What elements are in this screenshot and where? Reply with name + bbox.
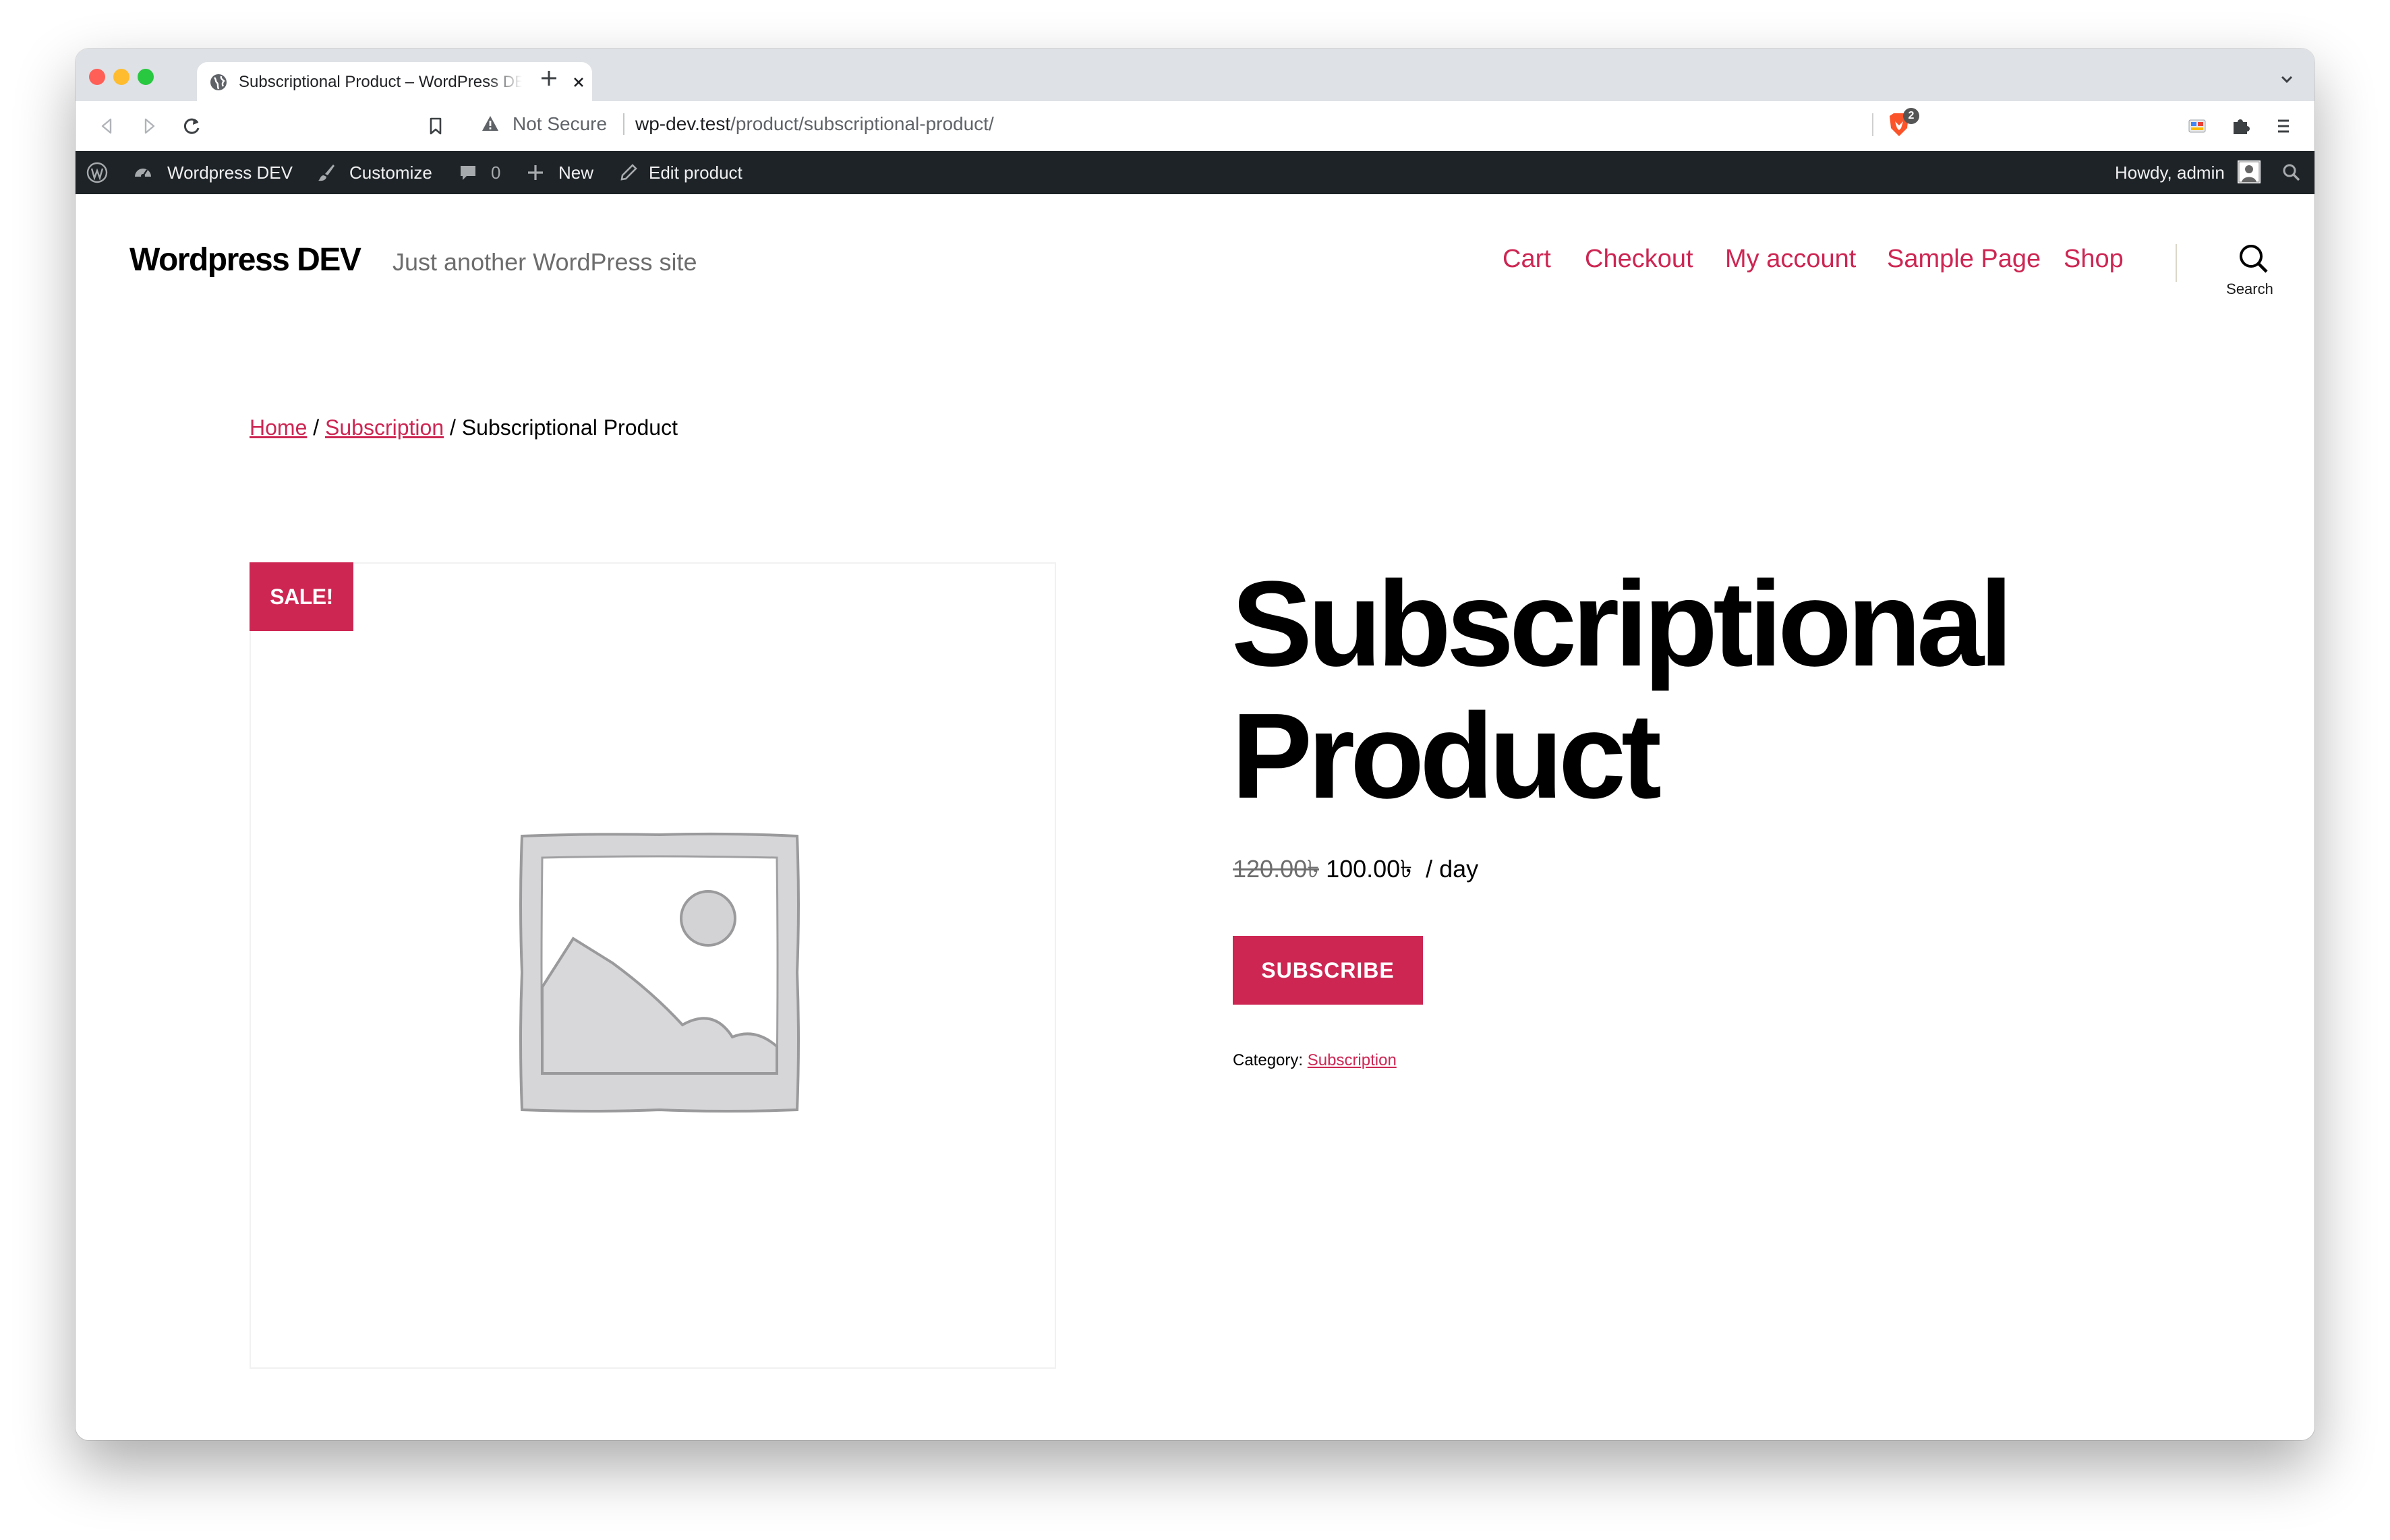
tab-title: Subscriptional Product – WordPress DEV xyxy=(239,73,522,91)
forward-arrow-icon[interactable] xyxy=(136,113,163,140)
browser-window: Subscriptional Product – WordPress DEV N… xyxy=(76,49,2314,1440)
subscription-period: / day xyxy=(1426,855,1479,883)
comments-count[interactable]: 0 xyxy=(491,151,500,194)
admin-bar-edit-product[interactable]: Edit product xyxy=(649,151,742,194)
site-title[interactable]: Wordpress DEV xyxy=(129,240,361,280)
wordpress-logo-icon[interactable] xyxy=(86,162,108,183)
nav-item-sample-page[interactable]: Sample Page xyxy=(1887,240,2041,278)
nav-item-cart[interactable]: Cart xyxy=(1503,240,1551,278)
dashboard-icon[interactable] xyxy=(132,162,154,183)
chevron-down-icon[interactable] xyxy=(2277,69,2297,89)
divider xyxy=(623,113,624,135)
breadcrumb-home-link[interactable]: Home xyxy=(250,415,307,440)
extension-icon[interactable] xyxy=(2184,113,2211,140)
nav-item-shop[interactable]: Shop xyxy=(2064,240,2124,278)
product-price: 120.00৳ 100.00৳ / day xyxy=(1233,852,1478,886)
breadcrumb-separator: / xyxy=(307,415,326,440)
breadcrumb-separator: / xyxy=(444,415,462,440)
browser-tab[interactable]: Subscriptional Product – WordPress DEV xyxy=(197,62,592,101)
product-title: Subscriptional Product xyxy=(1231,556,2013,824)
wp-admin-bar: Wordpress DEV Customize 0 New Edit produ… xyxy=(76,151,2314,194)
menu-icon[interactable] xyxy=(2270,113,2297,140)
avatar-image xyxy=(2238,161,2260,183)
product-meta: Category: Subscription xyxy=(1233,1049,1397,1072)
admin-bar-howdy[interactable]: Howdy, admin xyxy=(2115,151,2225,194)
bookmark-icon[interactable] xyxy=(422,113,449,140)
divider xyxy=(1872,113,1873,136)
avatar[interactable] xyxy=(2238,160,2261,183)
tab-strip: Subscriptional Product – WordPress DEV xyxy=(76,49,2314,101)
nav-item-my-account[interactable]: My account xyxy=(1725,240,1856,278)
new-tab-icon[interactable] xyxy=(534,63,564,93)
breadcrumb: Home / Subscription / Subscriptional Pro… xyxy=(250,413,678,442)
back-arrow-icon[interactable] xyxy=(93,113,120,140)
url-path: /product/subscriptional-product/ xyxy=(730,113,994,134)
divider xyxy=(2176,244,2177,282)
close-window-button[interactable] xyxy=(89,69,105,85)
security-label[interactable]: Not Secure xyxy=(513,112,607,136)
subscribe-button[interactable]: SUBSCRIBE xyxy=(1233,936,1423,1005)
maximize-window-button[interactable] xyxy=(138,69,154,85)
category-link[interactable]: Subscription xyxy=(1308,1051,1397,1069)
paintbrush-icon[interactable] xyxy=(316,162,337,183)
search-label: Search xyxy=(2226,280,2273,297)
shield-count-badge: 2 xyxy=(1903,108,1919,124)
plus-icon[interactable] xyxy=(525,162,546,183)
nav-item-checkout[interactable]: Checkout xyxy=(1585,240,1693,278)
breadcrumb-current: Subscriptional Product xyxy=(461,415,678,440)
url-text[interactable]: wp-dev.test/product/subscriptional-produ… xyxy=(635,112,994,136)
search-icon xyxy=(2240,245,2268,273)
browser-toolbar: Not Secure wp-dev.test/product/subscript… xyxy=(76,101,2314,152)
product-image-gallery[interactable] xyxy=(250,562,1056,1369)
warning-icon[interactable] xyxy=(480,113,500,134)
page-content: Wordpress DEV Just another WordPress sit… xyxy=(76,194,2314,1440)
category-label: Category: xyxy=(1233,1051,1304,1069)
admin-bar-site-link[interactable]: Wordpress DEV xyxy=(167,151,293,194)
pencil-icon[interactable] xyxy=(618,162,639,183)
search-toggle-button[interactable]: Search xyxy=(2203,235,2297,309)
reload-icon[interactable] xyxy=(178,113,205,140)
globe-icon xyxy=(210,74,227,90)
puzzle-icon[interactable] xyxy=(2227,113,2254,140)
close-tab-icon[interactable] xyxy=(569,73,588,92)
comment-icon[interactable] xyxy=(457,162,479,183)
sale-badge: SALE! xyxy=(250,562,353,631)
breadcrumb-category-link[interactable]: Subscription xyxy=(325,415,444,440)
admin-bar-new[interactable]: New xyxy=(558,151,593,194)
admin-search-icon[interactable] xyxy=(2281,162,2302,183)
site-tagline: Just another WordPress site xyxy=(392,248,697,276)
admin-bar-customize[interactable]: Customize xyxy=(349,151,432,194)
url-host: wp-dev.test xyxy=(635,113,731,134)
regular-price: 120.00৳ xyxy=(1233,855,1320,883)
sale-price: 100.00৳ xyxy=(1326,855,1413,883)
minimize-window-button[interactable] xyxy=(113,69,129,85)
image-placeholder-icon xyxy=(519,832,800,1113)
